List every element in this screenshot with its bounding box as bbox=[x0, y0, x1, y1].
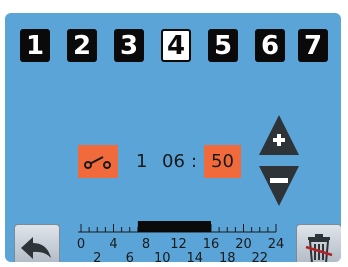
back-button[interactable] bbox=[14, 224, 60, 262]
switch-toggle-button[interactable] bbox=[78, 145, 118, 178]
day-tab-label: 7 bbox=[303, 30, 323, 61]
day-tab-label: 4 bbox=[166, 30, 186, 61]
back-arrow-icon bbox=[21, 237, 51, 259]
day-tab-6[interactable]: 6 bbox=[255, 29, 285, 62]
increase-button[interactable] bbox=[258, 114, 300, 156]
day-tab-label: 6 bbox=[260, 30, 280, 61]
switch-icon bbox=[84, 156, 111, 169]
timeline-tick-label: 4 bbox=[109, 237, 117, 252]
timeline-top-labels: 0 4 8 12 16 20 24 bbox=[77, 237, 284, 252]
program-number: 1 bbox=[136, 151, 148, 172]
day-tab-4[interactable]: 4 bbox=[161, 29, 191, 62]
delete-button[interactable] bbox=[296, 224, 341, 262]
plus-icon bbox=[259, 115, 299, 155]
active-period-bar bbox=[137, 221, 211, 232]
time-separator: : bbox=[191, 151, 198, 172]
timeline-tick-label: 2 bbox=[93, 251, 101, 262]
minute-value: 50 bbox=[211, 151, 234, 172]
day-tab-label: 2 bbox=[72, 30, 92, 61]
timeline-tick-label: 14 bbox=[186, 251, 203, 262]
minus-icon bbox=[259, 166, 299, 206]
timeline-tick-label: 6 bbox=[126, 251, 134, 262]
day-tab-1[interactable]: 1 bbox=[20, 29, 50, 62]
timeline-tick-label: 10 bbox=[154, 251, 171, 262]
minute-field[interactable]: 50 bbox=[204, 145, 241, 178]
day-tab-7[interactable]: 7 bbox=[298, 29, 328, 62]
day-tab-3[interactable]: 3 bbox=[114, 29, 144, 62]
trash-icon bbox=[305, 234, 333, 262]
timeline-bottom-labels: 2 6 10 14 18 22 bbox=[93, 251, 268, 262]
day-tab-5[interactable]: 5 bbox=[208, 29, 238, 62]
day-tab-label: 1 bbox=[25, 30, 45, 61]
timeline-tick-label: 8 bbox=[142, 237, 150, 252]
timeline-tick-label: 20 bbox=[235, 237, 252, 252]
timeline-tick-label: 16 bbox=[203, 237, 220, 252]
timeline-tick-label: 24 bbox=[268, 237, 285, 252]
timeline-tick-label: 22 bbox=[251, 251, 268, 262]
decrease-button[interactable] bbox=[258, 165, 300, 207]
day-tab-2[interactable]: 2 bbox=[67, 29, 97, 62]
hour-value[interactable]: 06 bbox=[162, 151, 185, 172]
timeline-tick-label: 18 bbox=[219, 251, 236, 262]
thermostat-screen: 1 2 3 4 5 6 7 1 06 : 50 0 4 8 12 16 20 2… bbox=[5, 13, 341, 262]
timeline-tick-label: 12 bbox=[170, 237, 187, 252]
schedule-timeline[interactable]: 0 4 8 12 16 20 24 2 6 10 14 18 22 bbox=[75, 221, 285, 262]
timeline-tick-label: 0 bbox=[77, 237, 85, 252]
day-tab-label: 3 bbox=[119, 30, 139, 61]
day-tab-label: 5 bbox=[213, 30, 233, 61]
